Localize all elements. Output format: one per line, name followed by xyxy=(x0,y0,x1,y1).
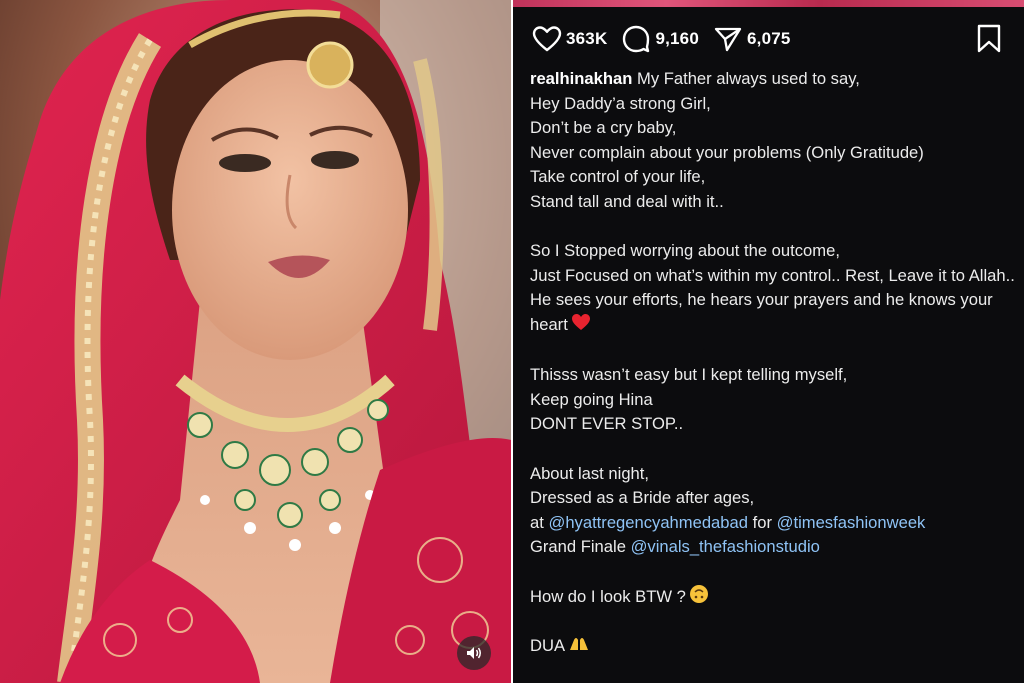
post-caption: realhinakhan My Father always used to sa… xyxy=(530,67,1015,658)
speaker-icon xyxy=(467,647,481,659)
caption-line: Stand tall and deal with it.. xyxy=(530,191,724,211)
save-button[interactable] xyxy=(976,24,1002,59)
caption-line: realhinakhan My Father always used to sa… xyxy=(530,69,860,88)
like-button[interactable]: 363K xyxy=(532,25,607,53)
caption-line: Take control of your life, xyxy=(530,167,706,187)
share-button[interactable]: 6,075 xyxy=(713,25,791,53)
sound-toggle-button[interactable] xyxy=(457,636,491,670)
send-icon xyxy=(714,27,742,52)
caption-line: DONT EVER STOP.. xyxy=(530,414,684,434)
caption-line: About last night, xyxy=(530,463,650,483)
upside-down-face-emoji-icon xyxy=(689,584,709,612)
comment-button[interactable]: 9,160 xyxy=(621,25,699,53)
bride-photo xyxy=(0,0,511,683)
caption-line: Never complain about your problems (Only… xyxy=(530,142,924,162)
caption-line: So I Stopped worrying about the outcome, xyxy=(530,241,840,261)
bookmark-icon xyxy=(977,24,1001,53)
username-link[interactable]: realhinakhan xyxy=(530,69,632,88)
post-details-panel: 363K 9,160 6,075 realhinakhan My Father … xyxy=(513,0,1024,683)
post-photo[interactable] xyxy=(0,0,511,683)
caption-line: at @hyattregencyahmedabad for @timesfash… xyxy=(530,512,926,532)
comment-count: 9,160 xyxy=(655,29,699,48)
like-count: 363K xyxy=(566,29,608,48)
heart-icon xyxy=(532,26,562,52)
caption-line: Grand Finale @vinals_thefashionstudio xyxy=(530,537,820,557)
mention-link[interactable]: @hyattregencyahmedabad xyxy=(548,513,748,532)
caption-line: Keep going Hina xyxy=(530,389,653,409)
mention-link[interactable]: @vinals_thefashionstudio xyxy=(631,537,820,556)
caption-line: Hey Daddy’a strong Girl, xyxy=(530,93,711,113)
caption-line: DUA xyxy=(530,634,1015,659)
action-bar: 363K 9,160 6,075 xyxy=(532,22,1006,56)
caption-line: He sees your efforts, he hears your pray… xyxy=(530,288,1015,338)
caption-line: Don’t be a cry baby, xyxy=(530,118,677,138)
caption-line: How do I look BTW ? xyxy=(530,584,1015,609)
folded-hands-emoji-icon xyxy=(568,634,590,660)
photo-edge-strip xyxy=(513,0,1024,7)
caption-line: Thisss wasn’t easy but I kept telling my… xyxy=(530,365,848,385)
comment-icon xyxy=(623,25,650,53)
mention-link[interactable]: @timesfashionweek xyxy=(777,513,926,532)
caption-line: Dressed as a Bride after ages, xyxy=(530,488,755,508)
caption-line: Just Focused on what’s within my control… xyxy=(530,265,1015,285)
red-heart-emoji-icon xyxy=(571,313,591,339)
share-count: 6,075 xyxy=(747,29,791,48)
